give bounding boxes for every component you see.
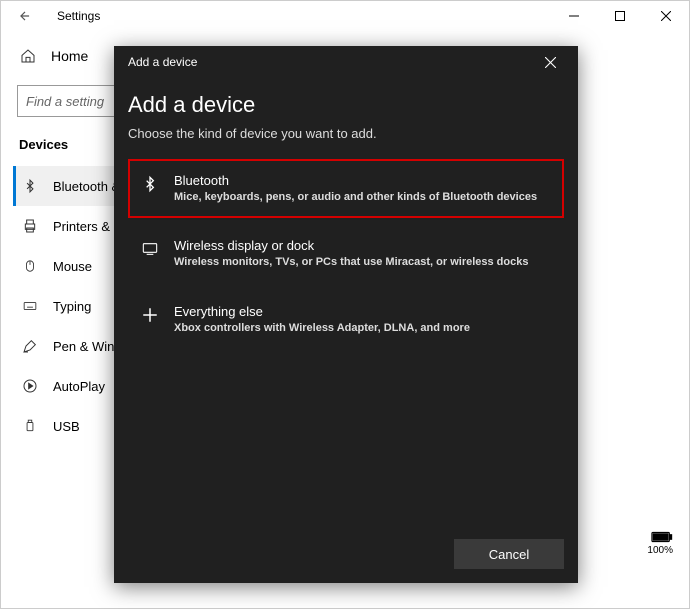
bluetooth-icon [21, 177, 39, 195]
sidebar-item-label: Mouse [53, 259, 92, 274]
device-option-bluetooth[interactable]: Bluetooth Mice, keyboards, pens, or audi… [128, 159, 564, 218]
option-title: Bluetooth [174, 173, 537, 188]
dialog-heading: Add a device [128, 92, 564, 118]
option-text: Wireless display or dock Wireless monito… [174, 238, 528, 269]
autoplay-icon [21, 377, 39, 395]
home-icon [19, 47, 37, 65]
battery-percentage: 100% [647, 545, 673, 556]
battery-icon [651, 531, 673, 543]
mouse-icon [21, 257, 39, 275]
window-title: Settings [57, 9, 100, 23]
dialog-footer: Cancel [114, 525, 578, 583]
device-option-wireless-display[interactable]: Wireless display or dock Wireless monito… [128, 224, 564, 283]
window-controls [551, 1, 689, 31]
cancel-button[interactable]: Cancel [454, 539, 564, 569]
sidebar-item-label: USB [53, 419, 80, 434]
printer-icon [21, 217, 39, 235]
dialog-body: Add a device Choose the kind of device y… [114, 78, 578, 525]
dialog-close-button[interactable] [530, 46, 570, 78]
option-desc: Wireless monitors, TVs, or PCs that use … [174, 255, 528, 269]
dialog-subtitle: Choose the kind of device you want to ad… [128, 126, 564, 141]
home-label: Home [51, 48, 88, 64]
usb-icon [21, 417, 39, 435]
option-title: Wireless display or dock [174, 238, 528, 253]
option-text: Everything else Xbox controllers with Wi… [174, 304, 470, 335]
dialog-title: Add a device [128, 55, 197, 69]
dialog-titlebar: Add a device [114, 46, 578, 78]
bluetooth-icon [140, 174, 160, 194]
option-desc: Mice, keyboards, pens, or audio and othe… [174, 190, 537, 204]
settings-window: Settings Home Devices [0, 0, 690, 609]
pen-icon [21, 337, 39, 355]
plus-icon [140, 305, 160, 325]
option-title: Everything else [174, 304, 470, 319]
add-device-dialog: Add a device Add a device Choose the kin… [114, 46, 578, 583]
minimize-button[interactable] [551, 1, 597, 31]
maximize-button[interactable] [597, 1, 643, 31]
close-button[interactable] [643, 1, 689, 31]
display-icon [140, 239, 160, 259]
option-desc: Xbox controllers with Wireless Adapter, … [174, 321, 470, 335]
sidebar-item-label: Typing [53, 299, 91, 314]
keyboard-icon [21, 297, 39, 315]
option-text: Bluetooth Mice, keyboards, pens, or audi… [174, 173, 537, 204]
sidebar-item-label: AutoPlay [53, 379, 105, 394]
device-option-everything-else[interactable]: Everything else Xbox controllers with Wi… [128, 290, 564, 349]
back-button[interactable] [9, 1, 41, 31]
system-tray: 100% [647, 531, 673, 556]
titlebar: Settings [1, 1, 689, 31]
